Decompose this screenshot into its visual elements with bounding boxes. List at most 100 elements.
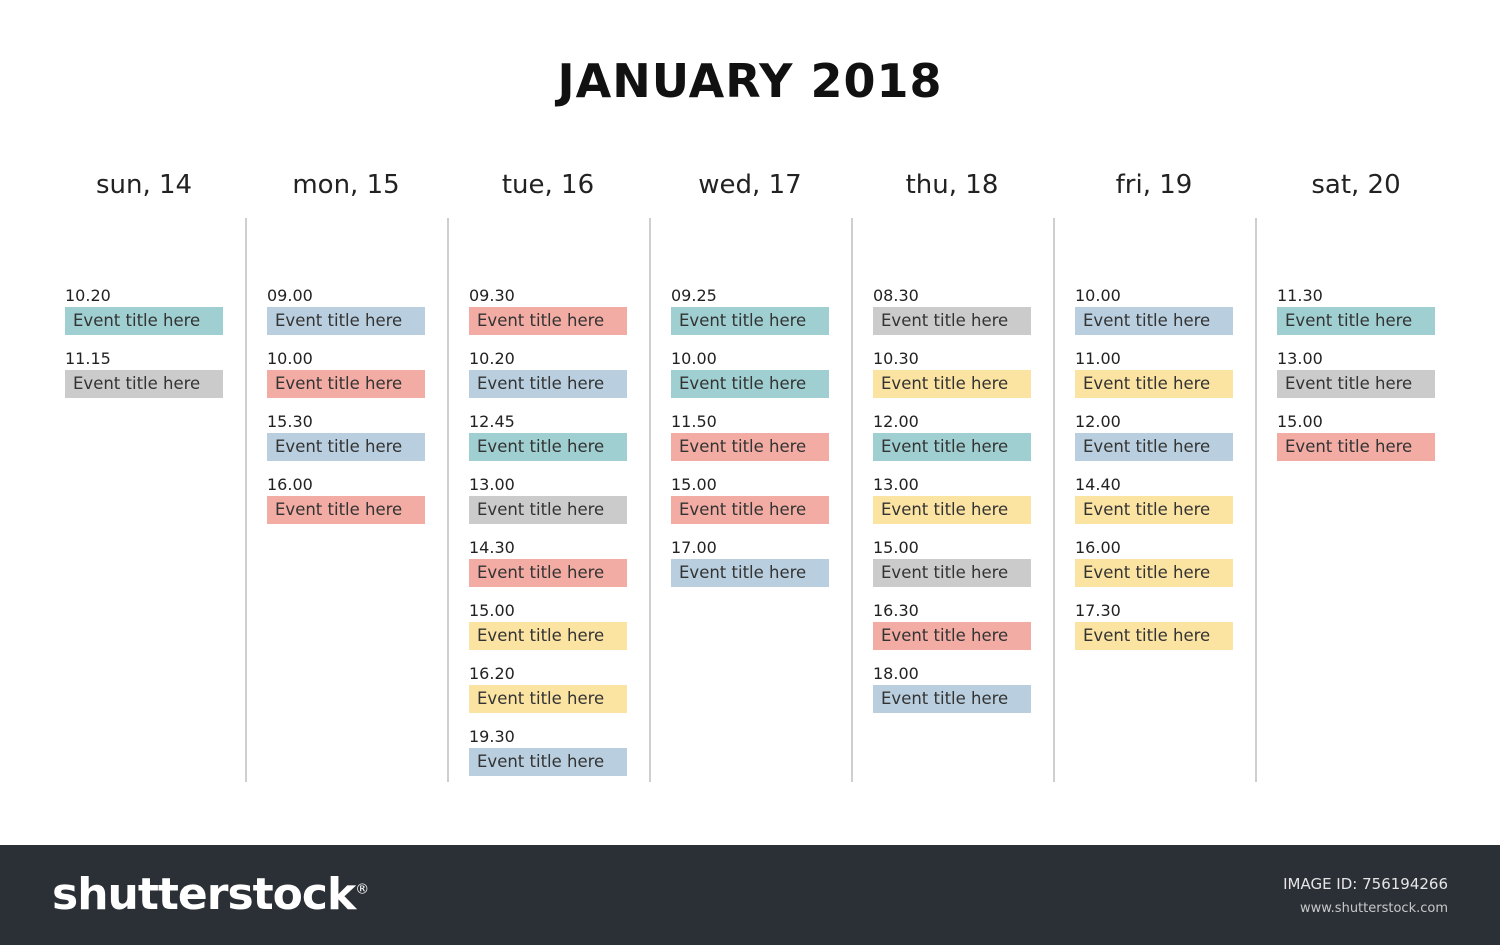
event-item[interactable]: 11.30 Event title here [1277,286,1435,349]
column-divider [649,218,651,782]
event-item[interactable]: 16.20 Event title here [469,664,627,727]
event-item[interactable]: 13.00 Event title here [469,475,627,538]
event-title[interactable]: Event title here [469,685,627,713]
event-item[interactable]: 16.00 Event title here [267,475,425,538]
day-label: thu, 18 [905,170,999,200]
event-list: 09.25 Event title here 10.00 Event title he… [671,286,829,601]
event-item[interactable]: 15.00 Event title here [671,475,829,538]
event-title[interactable]: Event title here [1075,370,1233,398]
event-title[interactable]: Event title here [671,370,829,398]
event-time: 16.30 [873,601,919,620]
event-item[interactable]: 15.30 Event title here [267,412,425,475]
footer-bar: shutterstock® IMAGE ID: 756194266 www.sh… [0,845,1500,945]
event-title[interactable]: Event title here [469,748,627,776]
event-item[interactable]: 12.00 Event title here [1075,412,1233,475]
event-time: 15.00 [671,475,717,494]
event-item[interactable]: 12.00 Event title here [873,412,1031,475]
event-title[interactable]: Event title here [1075,496,1233,524]
event-item[interactable]: 13.00 Event title here [873,475,1031,538]
event-title[interactable]: Event title here [1075,433,1233,461]
event-title[interactable]: Event title here [1075,307,1233,335]
event-item[interactable]: 11.50 Event title here [671,412,829,475]
event-item[interactable]: 16.30 Event title here [873,601,1031,664]
event-item[interactable]: 15.00 Event title here [1277,412,1435,475]
brand-mark: ® [355,881,369,898]
event-time: 11.00 [1075,349,1121,368]
event-item[interactable]: 10.20 Event title here [65,286,223,349]
image-id: IMAGE ID: 756194266 [1283,875,1448,893]
event-title[interactable]: Event title here [65,370,223,398]
event-item[interactable]: 14.30 Event title here [469,538,627,601]
event-item[interactable]: 14.40 Event title here [1075,475,1233,538]
event-item[interactable]: 19.30 Event title here [469,727,627,790]
event-time: 16.00 [267,475,313,494]
event-item[interactable]: 16.00 Event title here [1075,538,1233,601]
event-title[interactable]: Event title here [267,307,425,335]
event-title[interactable]: Event title here [65,307,223,335]
event-time: 10.20 [469,349,515,368]
event-item[interactable]: 10.00 Event title here [267,349,425,412]
event-title[interactable]: Event title here [873,496,1031,524]
event-item[interactable]: 13.00 Event title here [1277,349,1435,412]
event-title[interactable]: Event title here [1277,370,1435,398]
event-title[interactable]: Event title here [671,433,829,461]
event-time: 08.30 [873,286,919,305]
event-time: 16.20 [469,664,515,683]
event-title[interactable]: Event title here [469,496,627,524]
event-list: 09.00 Event title here 10.00 Event title he… [267,286,425,538]
event-item[interactable]: 17.30 Event title here [1075,601,1233,664]
event-time: 12.45 [469,412,515,431]
event-title[interactable]: Event title here [469,622,627,650]
event-time: 17.00 [671,538,717,557]
event-time: 10.00 [671,349,717,368]
event-title[interactable]: Event title here [267,370,425,398]
event-time: 14.40 [1075,475,1121,494]
event-title[interactable]: Event title here [671,559,829,587]
event-item[interactable]: 10.20 Event title here [469,349,627,412]
event-title[interactable]: Event title here [671,307,829,335]
event-item[interactable]: 15.00 Event title here [873,538,1031,601]
event-time: 11.50 [671,412,717,431]
day-column: sun, 14 10.20 Event title here 11.15 Event t… [43,0,245,820]
event-item[interactable]: 10.00 Event title here [671,349,829,412]
event-item[interactable]: 08.30 Event title here [873,286,1031,349]
brand-name: shutterstock [52,869,356,920]
event-item[interactable]: 12.45 Event title here [469,412,627,475]
event-item[interactable]: 17.00 Event title here [671,538,829,601]
event-title[interactable]: Event title here [1075,559,1233,587]
event-title[interactable]: Event title here [671,496,829,524]
event-time: 10.00 [1075,286,1121,305]
event-item[interactable]: 09.00 Event title here [267,286,425,349]
event-item[interactable]: 18.00 Event title here [873,664,1031,727]
event-title[interactable]: Event title here [267,433,425,461]
event-title[interactable]: Event title here [1277,433,1435,461]
event-time: 18.00 [873,664,919,683]
event-item[interactable]: 10.00 Event title here [1075,286,1233,349]
event-item[interactable]: 15.00 Event title here [469,601,627,664]
event-title[interactable]: Event title here [873,370,1031,398]
event-title[interactable]: Event title here [469,559,627,587]
day-label: mon, 15 [292,170,400,200]
event-title[interactable]: Event title here [469,307,627,335]
event-title[interactable]: Event title here [267,496,425,524]
event-title[interactable]: Event title here [469,370,627,398]
event-title[interactable]: Event title here [873,433,1031,461]
event-title[interactable]: Event title here [873,685,1031,713]
event-title[interactable]: Event title here [469,433,627,461]
event-time: 09.30 [469,286,515,305]
event-title[interactable]: Event title here [1075,622,1233,650]
event-time: 16.00 [1075,538,1121,557]
event-item[interactable]: 09.30 Event title here [469,286,627,349]
event-item[interactable]: 09.25 Event title here [671,286,829,349]
day-label: sun, 14 [95,170,193,200]
event-item[interactable]: 11.15 Event title here [65,349,223,412]
column-divider [851,218,853,782]
day-label: wed, 17 [698,170,802,200]
event-title[interactable]: Event title here [873,307,1031,335]
event-list: 10.20 Event title here 11.15 Event title he… [65,286,223,412]
event-title[interactable]: Event title here [1277,307,1435,335]
event-item[interactable]: 10.30 Event title here [873,349,1031,412]
event-title[interactable]: Event title here [873,622,1031,650]
event-item[interactable]: 11.00 Event title here [1075,349,1233,412]
event-title[interactable]: Event title here [873,559,1031,587]
